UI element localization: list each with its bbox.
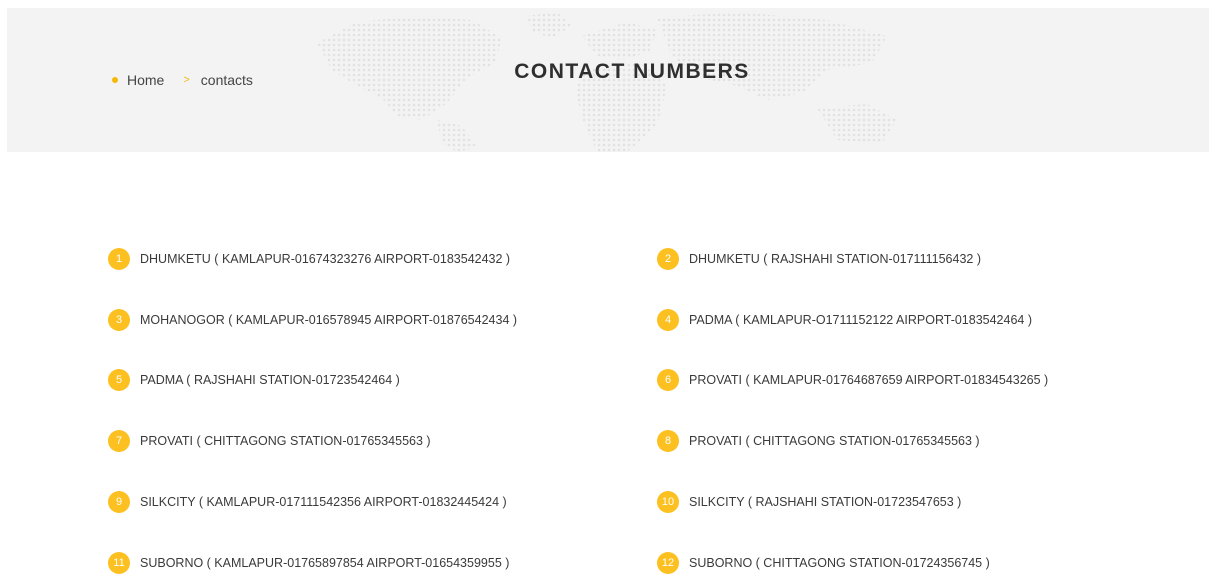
contact-text: DHUMKETU ( RAJSHAHI STATION-017111156432…: [689, 252, 981, 266]
list-item: 12 SUBORNO ( CHITTAGONG STATION-01724356…: [657, 552, 990, 574]
contact-text: PROVATI ( CHITTAGONG STATION-01765345563…: [689, 434, 980, 448]
contact-text: SILKCITY ( RAJSHAHI STATION-01723547653 …: [689, 495, 962, 509]
number-badge: 11: [108, 552, 130, 574]
contact-text: PROVATI ( CHITTAGONG STATION-01765345563…: [140, 434, 431, 448]
contact-text: SILKCITY ( KAMLAPUR-017111542356 AIRPORT…: [140, 495, 507, 509]
contact-text: DHUMKETU ( KAMLAPUR-01674323276 AIRPORT-…: [140, 252, 511, 266]
number-badge: 5: [108, 369, 130, 391]
number-badge: 1: [108, 248, 130, 270]
list-item: 11 SUBORNO ( KAMLAPUR-01765897854 AIRPOR…: [108, 552, 509, 574]
list-item: 6 PROVATI ( KAMLAPUR-01764687659 AIRPORT…: [657, 369, 1048, 391]
list-item: 2 DHUMKETU ( RAJSHAHI STATION-0171111564…: [657, 248, 981, 270]
list-item: 3 MOHANOGOR ( KAMLAPUR-016578945 AIRPORT…: [108, 309, 517, 331]
contact-list: 1 DHUMKETU ( KAMLAPUR-01674323276 AIRPOR…: [0, 0, 1209, 574]
number-badge: 7: [108, 430, 130, 452]
number-badge: 4: [657, 309, 679, 331]
contact-text: MOHANOGOR ( KAMLAPUR-016578945 AIRPORT-0…: [140, 313, 518, 327]
list-item: 8 PROVATI ( CHITTAGONG STATION-017653455…: [657, 430, 980, 452]
list-item: 7 PROVATI ( CHITTAGONG STATION-017653455…: [108, 430, 431, 452]
number-badge: 2: [657, 248, 679, 270]
contact-text: PADMA ( RAJSHAHI STATION-01723542464 ): [140, 373, 400, 387]
list-item: 4 PADMA ( KAMLAPUR-O1711152122 AIRPORT-0…: [657, 309, 1032, 331]
number-badge: 3: [108, 309, 130, 331]
number-badge: 6: [657, 369, 679, 391]
list-item: 10 SILKCITY ( RAJSHAHI STATION-017235476…: [657, 491, 961, 513]
list-item: 5 PADMA ( RAJSHAHI STATION-01723542464 ): [108, 369, 400, 391]
list-item: 1 DHUMKETU ( KAMLAPUR-01674323276 AIRPOR…: [108, 248, 510, 270]
contact-text: PADMA ( KAMLAPUR-O1711152122 AIRPORT-018…: [689, 313, 1033, 327]
number-badge: 8: [657, 430, 679, 452]
contact-text: SUBORNO ( KAMLAPUR-01765897854 AIRPORT-0…: [140, 556, 510, 570]
number-badge: 12: [657, 552, 679, 574]
number-badge: 10: [657, 491, 679, 513]
contact-text: PROVATI ( KAMLAPUR-01764687659 AIRPORT-0…: [689, 373, 1049, 387]
contact-text: SUBORNO ( CHITTAGONG STATION-01724356745…: [689, 556, 990, 570]
list-item: 9 SILKCITY ( KAMLAPUR-017111542356 AIRPO…: [108, 491, 507, 513]
number-badge: 9: [108, 491, 130, 513]
